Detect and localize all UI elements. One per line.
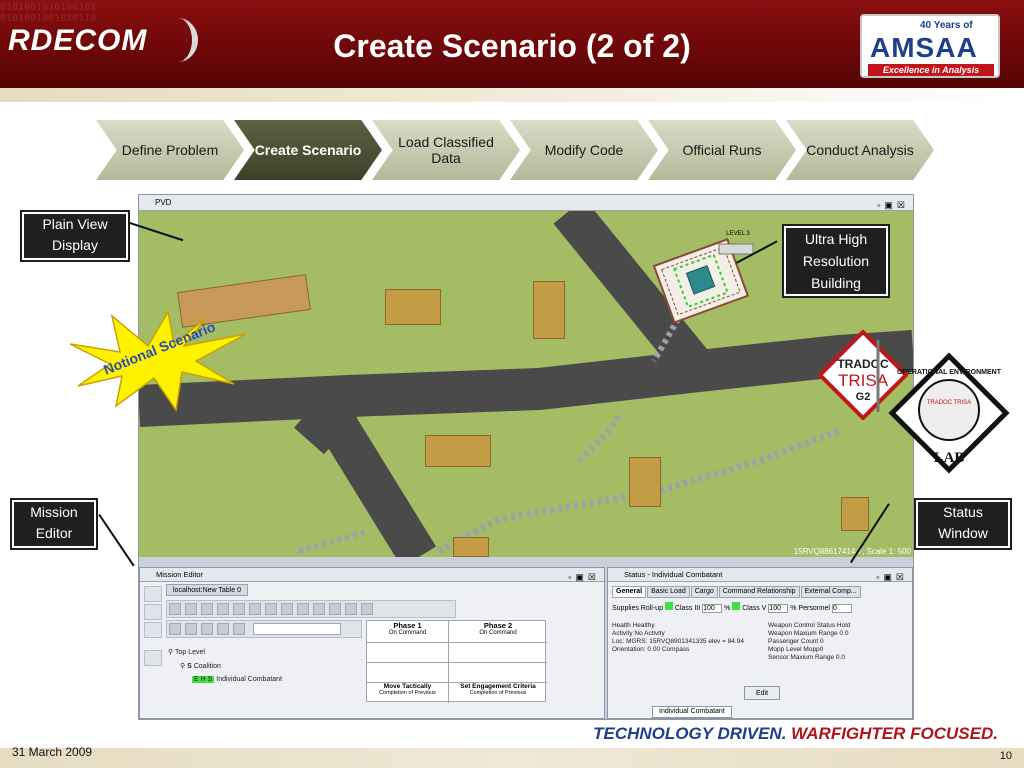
step-create-scenario: Create Scenario: [234, 120, 382, 180]
trash-icon[interactable]: [144, 650, 162, 666]
footer-tagline: TECHNOLOGY DRIVEN. WARFIGHTER FOCUSED.: [593, 724, 998, 743]
level-label: LEVEL 3: [726, 231, 750, 237]
tab-basic-load[interactable]: Basic Load: [647, 586, 690, 598]
class3-input[interactable]: 100: [702, 604, 723, 613]
building[interactable]: [841, 497, 869, 531]
window-controls[interactable]: ▫▣☒: [876, 570, 908, 584]
new-icon[interactable]: [144, 586, 162, 602]
tab-command-relationship[interactable]: Command Relationship: [718, 586, 800, 598]
page-icon[interactable]: [201, 623, 213, 635]
footer-bar: [0, 748, 1024, 768]
svg-text:OPERATIONAL ENVIRONMENT: OPERATIONAL ENVIRONMENT: [897, 369, 1002, 376]
svg-text:TRISA: TRISA: [838, 371, 889, 390]
stamp-icon[interactable]: [233, 623, 245, 635]
pvd-titlebar: PVD ▫▣☒: [139, 195, 913, 211]
doc-icon[interactable]: [265, 603, 277, 615]
tag-icon[interactable]: [217, 623, 229, 635]
road-south: [311, 400, 437, 557]
format-icon[interactable]: [217, 603, 229, 615]
tab-cargo[interactable]: Cargo: [690, 586, 718, 598]
leader-line: [98, 514, 135, 567]
personnel-input[interactable]: 0: [831, 604, 852, 613]
trail-southwest: [298, 528, 370, 554]
save-icon[interactable]: [185, 623, 197, 635]
svg-text:TRADOC: TRADOC: [837, 357, 889, 371]
map-coordinates: 15RVQ88617414.7, Scale 1: 500: [793, 547, 911, 556]
callout-plain-view: Plain View Display: [20, 210, 130, 262]
window-controls[interactable]: ▫▣☒: [568, 570, 600, 584]
paste-icon[interactable]: [201, 603, 213, 615]
svg-text:G2: G2: [856, 391, 871, 403]
step-official-runs: Official Runs: [648, 120, 796, 180]
class3-indicator: [664, 602, 673, 610]
callout-mission-editor: Mission Editor: [10, 498, 98, 550]
class5-indicator: [732, 602, 741, 610]
doc-icon[interactable]: [281, 603, 293, 615]
edit-button[interactable]: Edit: [744, 686, 780, 700]
building[interactable]: [425, 435, 491, 467]
edit-toolbar: [166, 600, 456, 618]
cut-icon[interactable]: [169, 603, 181, 615]
page-number: 10: [999, 750, 1012, 762]
record-icon[interactable]: [345, 603, 357, 615]
task-set-engagement[interactable]: Set Engagement Criteria Completion of Pr…: [449, 683, 547, 703]
status-left-fields: Health Healthy Activity No Activity Loc:…: [612, 622, 744, 653]
footer-date: 31 March 2009: [12, 745, 93, 759]
grid-icon[interactable]: [144, 622, 162, 638]
status-tabs: General Basic Load Cargo Command Relationsh…: [612, 586, 862, 598]
filter-dropdown[interactable]: [253, 623, 342, 635]
building[interactable]: [453, 537, 489, 557]
copy-icon[interactable]: [185, 603, 197, 615]
step-define-problem: Define Problem: [96, 120, 244, 180]
tree-toolbar: [166, 620, 362, 638]
status-right-fields: Weapon Control Status Hold Weapon Maxium…: [768, 622, 851, 661]
table-tab[interactable]: localhost:New Table 0: [166, 584, 248, 596]
doc-icon[interactable]: [249, 603, 261, 615]
header-stripe: [0, 88, 1024, 102]
class5-input[interactable]: 100: [768, 604, 789, 613]
tree-individual-combatant[interactable]: E H S Individual Combatant: [192, 676, 282, 683]
split-icon[interactable]: [169, 623, 181, 635]
trail-center: [576, 414, 622, 464]
process-chevrons: Define Problem Create Scenario Load Clas…: [96, 120, 936, 180]
format-icon[interactable]: [233, 603, 245, 615]
oe-lab-badge: OPERATIONAL ENVIRONMENT TRADOC TRISA LAB: [888, 352, 1010, 474]
step-conduct-analysis: Conduct Analysis: [786, 120, 934, 180]
amsaa-logo: 40 Years of AMSAA Excellence in Analysis: [860, 14, 1000, 78]
tree-top-level[interactable]: ⚲ Top Level: [168, 648, 282, 656]
individual-combatant-tab[interactable]: Individual Combatant: [652, 706, 732, 718]
callout-ultra-high: Ultra High Resolution Building: [782, 224, 890, 298]
save-icon[interactable]: [361, 603, 373, 615]
callout-status-window: Status Window: [914, 498, 1012, 550]
tab-external-comp[interactable]: External Comp...: [800, 586, 861, 598]
print-icon[interactable]: [144, 604, 162, 620]
unit-tree: ⚲ Top Level ⚲ S Coalition E H S Individu…: [168, 648, 282, 683]
step-modify-code: Modify Code: [510, 120, 658, 180]
notional-burst-icon: [69, 309, 247, 412]
phase-grid: Phase 1 On Command Phase 2 On Command Mo…: [366, 620, 547, 703]
side-toolbar: [144, 586, 162, 666]
play-icon[interactable]: [329, 603, 341, 615]
supplies-row: Supplies Roll-up Class III 100 % Class V…: [612, 602, 852, 613]
task-move-tactically[interactable]: Move Tactically Completion of Previous: [367, 683, 449, 703]
tab-general[interactable]: General: [612, 586, 647, 598]
building[interactable]: [533, 281, 565, 339]
back-icon[interactable]: [297, 603, 309, 615]
building[interactable]: [385, 289, 441, 325]
forward-icon[interactable]: [313, 603, 325, 615]
mission-editor-panel: Mission Editor ▫▣☒ localhost:New Table 0…: [139, 567, 605, 719]
slide-header: 0101001010100101 0101001001010110 RDECOM …: [0, 0, 1024, 92]
step-load-classified-data: Load Classified Data: [372, 120, 520, 180]
tree-coalition[interactable]: ⚲ S Coalition: [180, 662, 282, 670]
status-panel: Status - Individual Combatant ▫▣☒ Genera…: [607, 567, 913, 719]
status-titlebar: Status - Individual Combatant ▫▣☒: [608, 568, 912, 582]
svg-text:TRADOC TRISA: TRADOC TRISA: [927, 400, 972, 406]
svg-text:LAB: LAB: [934, 450, 965, 466]
building[interactable]: [629, 457, 661, 507]
mission-editor-titlebar: Mission Editor ▫▣☒: [140, 568, 604, 582]
